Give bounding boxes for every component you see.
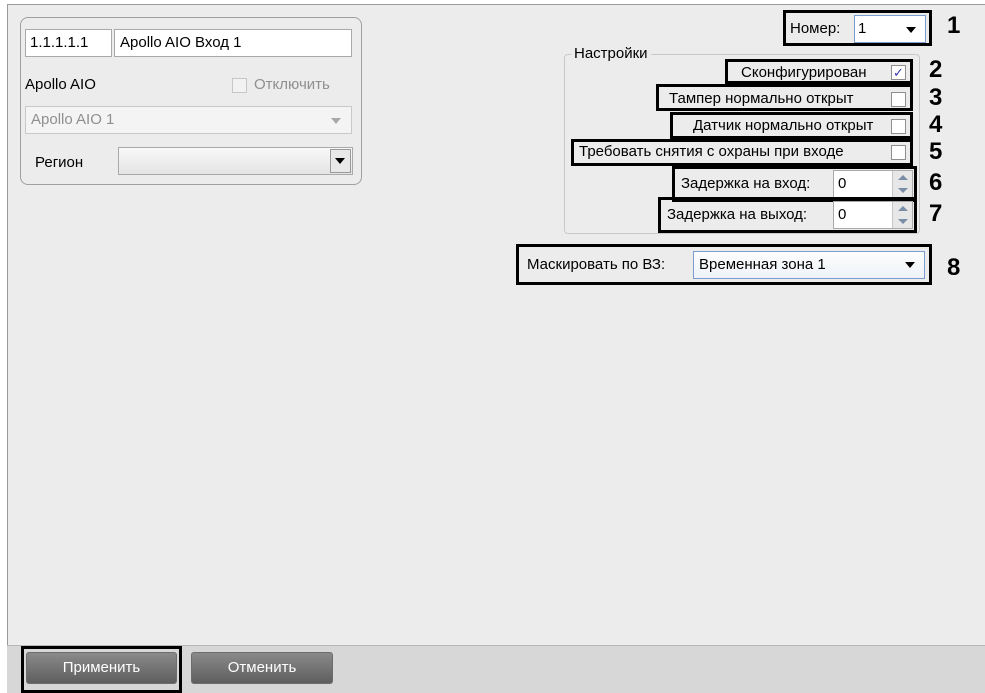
callout-box-4 (670, 112, 913, 139)
region-label: Регион (35, 154, 84, 171)
callout-box-1 (783, 10, 932, 46)
parent-label: Apollo AIO (25, 76, 96, 93)
callout-number-8: 8 (947, 254, 961, 281)
parent-select-chevron-down-icon (331, 118, 341, 124)
callout-number-4: 4 (929, 111, 943, 138)
callout-number-7: 7 (929, 200, 943, 227)
callout-box-3 (656, 84, 913, 111)
parent-select[interactable]: Apollo AIO 1 (25, 106, 352, 134)
callout-number-1: 1 (947, 12, 961, 39)
region-chevron-down-icon (335, 158, 345, 164)
object-name-field[interactable]: Apollo AIO Вход 1 (114, 29, 352, 57)
disable-checkbox[interactable] (232, 78, 247, 93)
callout-box-7 (658, 197, 917, 233)
callout-number-3: 3 (929, 84, 943, 111)
cancel-button[interactable]: Отменить (191, 652, 333, 684)
callout-number-2: 2 (929, 56, 943, 83)
callout-number-5: 5 (929, 138, 943, 165)
callout-box-5 (571, 139, 913, 166)
object-id-field[interactable]: 1.1.1.1.1 (25, 29, 112, 57)
apply-callout-box (21, 646, 182, 693)
callout-number-6: 6 (929, 169, 943, 196)
callout-box-8 (516, 244, 932, 285)
settings-group-title: Настройки (571, 45, 651, 62)
disable-label: Отключить (254, 76, 330, 93)
region-select[interactable] (118, 147, 353, 175)
callout-box-2 (725, 59, 913, 84)
